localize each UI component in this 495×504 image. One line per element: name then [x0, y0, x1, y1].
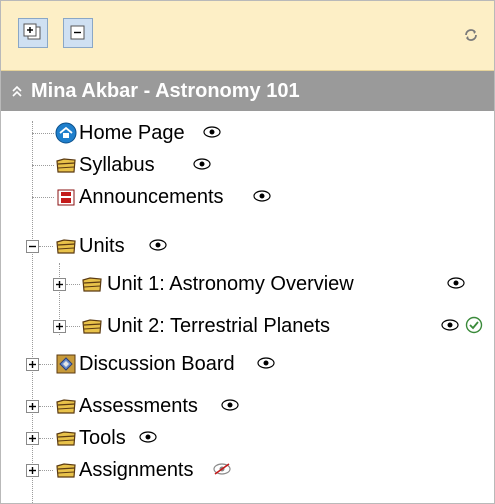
visible-eye-icon [253, 190, 271, 202]
folder-icon [56, 463, 76, 478]
visible-eye-icon [441, 319, 459, 331]
menu-item-label: Syllabus [79, 154, 155, 176]
folder-icon [82, 277, 102, 292]
checkmark-circle-icon [465, 316, 483, 334]
tree-guide-line [39, 438, 53, 439]
tree-guide-line [32, 133, 54, 134]
course-menu-tree: Home Page Syllabus Announcements Units U… [1, 113, 494, 503]
menu-item-label: Announcements [79, 186, 224, 208]
expand-node-icon[interactable] [26, 358, 39, 371]
tree-guide-line [32, 197, 54, 198]
refresh-icon[interactable] [463, 27, 479, 43]
expand-all-icon [23, 23, 41, 40]
collapse-all-icon [70, 25, 85, 40]
menu-item-label: Tools [79, 427, 126, 449]
menu-item-label: Unit 2: Terrestrial Planets [107, 315, 331, 337]
visible-eye-icon [447, 277, 465, 289]
visible-eye-icon [149, 239, 167, 251]
tree-guide-line [66, 326, 80, 327]
expand-node-icon[interactable] [53, 320, 66, 333]
visible-eye-icon [139, 431, 157, 443]
expand-node-icon[interactable] [26, 432, 39, 445]
home-page-icon [55, 122, 77, 144]
tree-guide-line [32, 165, 54, 166]
menu-item-label: Home Page [79, 122, 185, 144]
menu-item-label: Unit 1: Astronomy Overview [107, 273, 354, 295]
tree-guide-line [39, 406, 53, 407]
discussion-board-icon [56, 354, 76, 374]
menu-item-label: Discussion Board [79, 353, 235, 375]
course-menu-panel: Mina Akbar - Astronomy 101 Home Page Syl… [0, 0, 495, 504]
expand-node-icon[interactable] [53, 278, 66, 291]
tree-guide-line [39, 364, 53, 365]
folder-icon [56, 399, 76, 414]
tree-guide-line [39, 470, 53, 471]
announcements-icon [57, 189, 75, 206]
menu-item-label: Assessments [79, 395, 198, 417]
folder-icon [82, 319, 102, 334]
tree-guide-line [66, 284, 80, 285]
double-chevron-up-icon[interactable] [11, 84, 23, 98]
expand-node-icon[interactable] [26, 464, 39, 477]
folder-icon [56, 239, 76, 254]
menu-item-label: Assignments [79, 459, 194, 481]
tree-guide-line [32, 121, 33, 503]
course-title[interactable]: Mina Akbar - Astronomy 101 [31, 79, 300, 103]
visible-eye-icon [221, 399, 239, 411]
visible-eye-icon [203, 126, 221, 138]
hidden-eye-icon [213, 463, 231, 475]
folder-icon [56, 158, 76, 173]
menu-item-label: Units [79, 235, 125, 257]
visible-eye-icon [193, 158, 211, 170]
collapse-all-button[interactable] [63, 18, 93, 48]
expand-all-button[interactable] [18, 18, 48, 48]
folder-icon [56, 431, 76, 446]
visible-eye-icon [257, 357, 275, 369]
tree-guide-line [39, 246, 53, 247]
expand-node-icon[interactable] [26, 400, 39, 413]
collapse-node-icon[interactable] [26, 240, 39, 253]
course-header[interactable]: Mina Akbar - Astronomy 101 [1, 71, 494, 111]
course-menu-toolbar [1, 1, 494, 71]
